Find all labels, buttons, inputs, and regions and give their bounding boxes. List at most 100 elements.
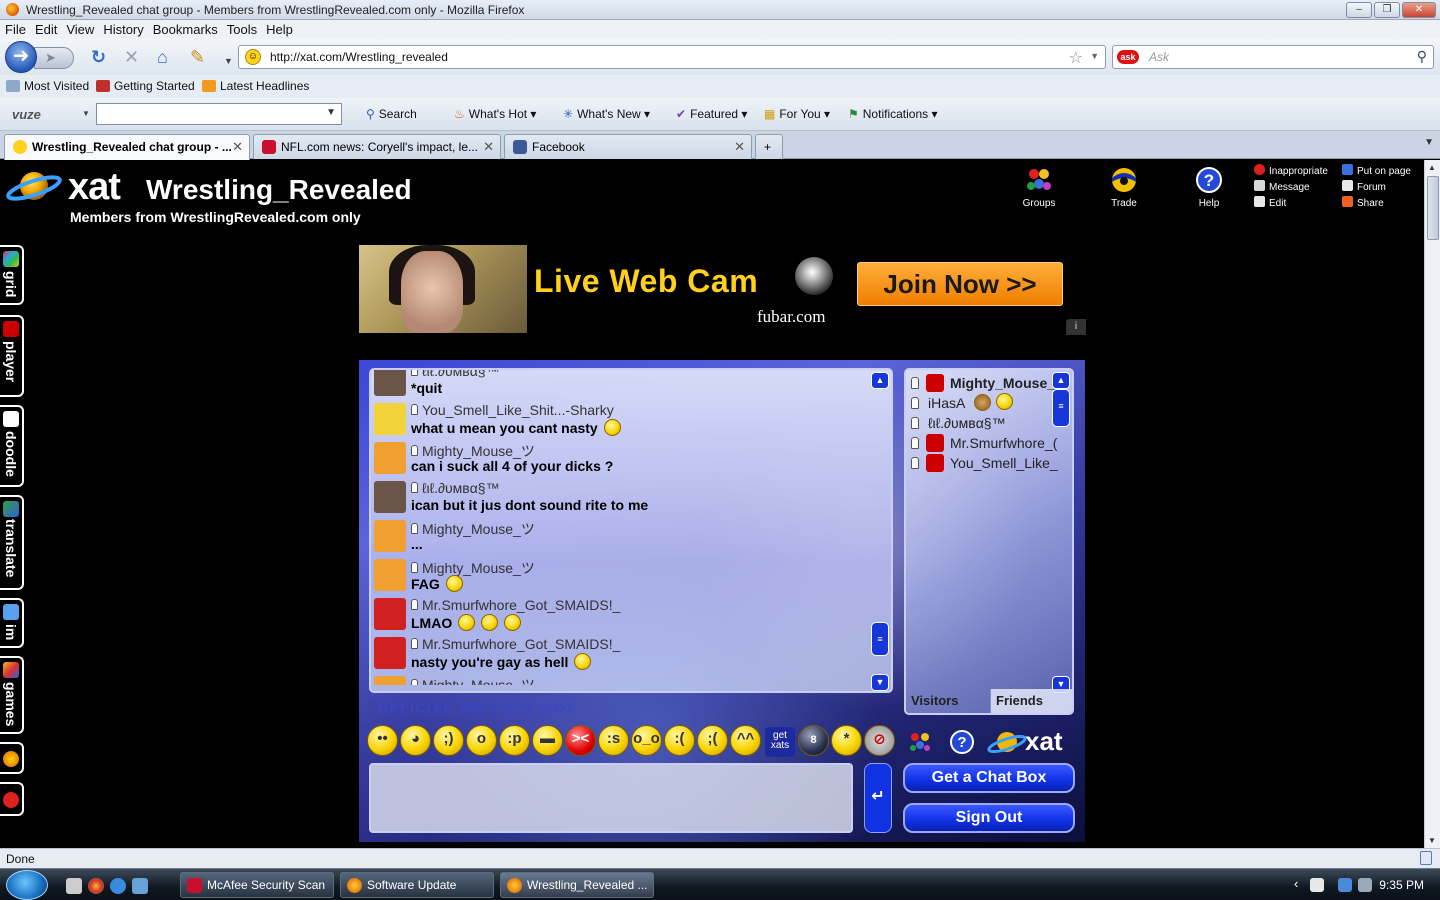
message-author[interactable]: Mr.Smurfwhore_Got_SMAIDS!_ [411,636,620,652]
menu-tools[interactable]: Tools [222,20,261,37]
ask-engine-icon[interactable]: ask [1117,50,1139,64]
menu-help[interactable]: Help [261,20,297,37]
inappropriate-link[interactable]: Inappropriate [1254,164,1328,177]
join-now-button[interactable]: Join Now >> [857,262,1063,306]
page-scrollbar[interactable]: ▲ ▼ [1424,160,1440,848]
crying-smiley-icon[interactable]: ;( [697,725,728,756]
url-dropdown-icon[interactable]: ▼ [1090,51,1099,61]
no-smiley-icon[interactable]: ⊘ [864,725,895,756]
close-tab-icon[interactable]: ✕ [232,139,243,155]
menu-file[interactable]: File [0,20,30,37]
tab-visitors[interactable]: Visitors [906,689,990,713]
side-tab-translate[interactable]: translate [0,495,24,590]
url-bar[interactable]: ☺ http://xat.com/Wrestling_revealed ☆ ▼ [238,45,1106,69]
close-tab-icon[interactable]: ✕ [734,139,745,155]
forum-link[interactable]: Forum [1342,180,1386,193]
send-button[interactable]: ↵ [864,763,892,833]
close-window-button[interactable]: ✕ [1402,2,1436,18]
7zip-icon[interactable] [66,878,82,894]
side-tab-player[interactable]: player [0,315,24,397]
share-link[interactable]: Share [1342,196,1384,209]
maximize-button[interactable]: ❒ [1374,2,1400,18]
security-tray-icon[interactable] [1310,878,1324,892]
user-list-item[interactable]: Mr.Smurfwhore_( [906,433,1057,453]
confused-smiley-icon[interactable]: :s [598,725,629,756]
show-desktop-icon[interactable] [132,878,148,894]
message-input[interactable] [369,763,853,833]
vuze-search[interactable]: ⚲ Search [366,107,417,121]
message-author[interactable]: ℓιℓ.∂υмвα§™ [411,480,500,496]
menu-view[interactable]: View [61,20,98,37]
user-avatar[interactable] [374,598,406,630]
user-list-item[interactable]: iHasA [906,393,1054,413]
scroll-thumb[interactable]: ≡ [871,622,889,656]
close-tab-icon[interactable]: ✕ [483,139,494,155]
message-link[interactable]: Message [1254,180,1310,193]
tongue-smiley-icon[interactable]: :p [499,725,530,756]
webcam-advertisement[interactable]: Live Web Cam fubar.com Join Now >> i [359,245,1086,335]
scroll-up-icon[interactable]: ▲ [1428,163,1436,172]
volume-tray-icon[interactable] [1358,878,1372,892]
vuze-search-combo[interactable]: ▼ [96,103,342,125]
minimize-button[interactable]: – [1346,2,1372,18]
embarrassed-smiley-icon[interactable]: o_o [631,725,662,756]
user-avatar[interactable] [374,520,406,552]
user-avatar[interactable] [374,481,406,513]
tab-facebook[interactable]: Facebook ✕ [504,134,752,159]
side-tab-games[interactable]: games [0,656,24,734]
message-author[interactable]: ℓιℓ.∂υмвα§™ [411,370,500,379]
bookmark-most-visited[interactable]: Most Visited [6,79,89,93]
task-mcafee[interactable]: McAfee Security Scan [180,872,334,898]
tab-friends[interactable]: Friends [990,689,1072,713]
side-tab-close[interactable] [0,782,24,816]
scroll-up-icon[interactable]: ▲ [1052,372,1070,389]
internet-explorer-icon[interactable] [110,878,126,894]
help-button[interactable]: ? Help [1179,166,1239,209]
edit-link[interactable]: Edit [1254,196,1286,209]
new-tab-button[interactable]: + [755,134,783,159]
put-on-page-link[interactable]: Put on page [1342,164,1411,177]
search-icon[interactable]: ⚲ [1417,48,1427,65]
scroll-thumb[interactable]: ≡ [1052,389,1070,427]
task-wrestling-revealed[interactable]: Wrestling_Revealed ... [500,872,654,898]
surprised-smiley-icon[interactable]: o [466,725,497,756]
side-tab-im[interactable]: im [0,598,24,648]
trade-button[interactable]: Trade [1094,166,1154,209]
message-author[interactable]: Mighty_Mouse_ツ [411,519,535,539]
user-list-item[interactable]: ℓιℓ.∂υмвα§™ [906,413,1054,433]
scroll-down-icon[interactable]: ▼ [871,674,889,691]
bookmark-latest-headlines[interactable]: Latest Headlines [202,79,309,93]
angry-smiley-icon[interactable]: >< [565,725,596,756]
biggrin-smiley-icon[interactable]: ◕ [400,725,431,756]
bookmark-star-icon[interactable]: ☆ [1069,48,1083,68]
pencil-icon[interactable]: ✎ [190,48,205,66]
vuze-featured[interactable]: ✔ Featured ▾ [676,107,747,121]
chrome-icon[interactable] [88,878,104,894]
party-smiley-icon[interactable]: * [831,725,862,756]
sad-smiley-icon[interactable]: :( [664,725,695,756]
side-tab-grid[interactable]: grid [0,245,24,305]
task-software-update[interactable]: Software Update [340,872,494,898]
tab-wrestling-revealed[interactable]: Wrestling_Revealed chat group - ... ✕ [4,134,250,160]
eight-ball-icon[interactable]: 8 [798,725,829,756]
message-scrollbar[interactable]: ▲ ≡ ▼ [871,372,889,691]
cool-smiley-icon[interactable]: ▬ [532,725,563,756]
start-button[interactable] [6,870,48,900]
page-scroll-thumb[interactable] [1427,176,1439,240]
tab-nfl[interactable]: NFL.com news: Coryell's impact, le... ✕ [253,134,501,159]
tab-list-icon[interactable]: ▼ [1424,137,1434,148]
message-author[interactable]: Mighty_Mouse_ツ [411,675,535,685]
groups-small-icon[interactable] [907,729,933,755]
vuze-whats-new[interactable]: ✳ What's New ▾ [563,107,650,121]
user-avatar[interactable] [374,559,406,591]
vuze-dropdown-icon[interactable]: ▼ [82,109,90,118]
menu-history[interactable]: History [98,20,147,37]
content-smiley-icon[interactable]: ^^ [730,725,761,756]
home-icon[interactable]: ⌂ [157,48,168,66]
groups-button[interactable]: Groups [1009,166,1069,209]
vuze-whats-hot[interactable]: ♨ What's Hot ▾ [454,107,536,121]
scroll-down-icon[interactable]: ▼ [1428,836,1436,845]
back-button[interactable]: ➜ [5,41,37,73]
network-tray-icon[interactable] [1338,878,1352,892]
user-avatar[interactable] [374,370,406,396]
